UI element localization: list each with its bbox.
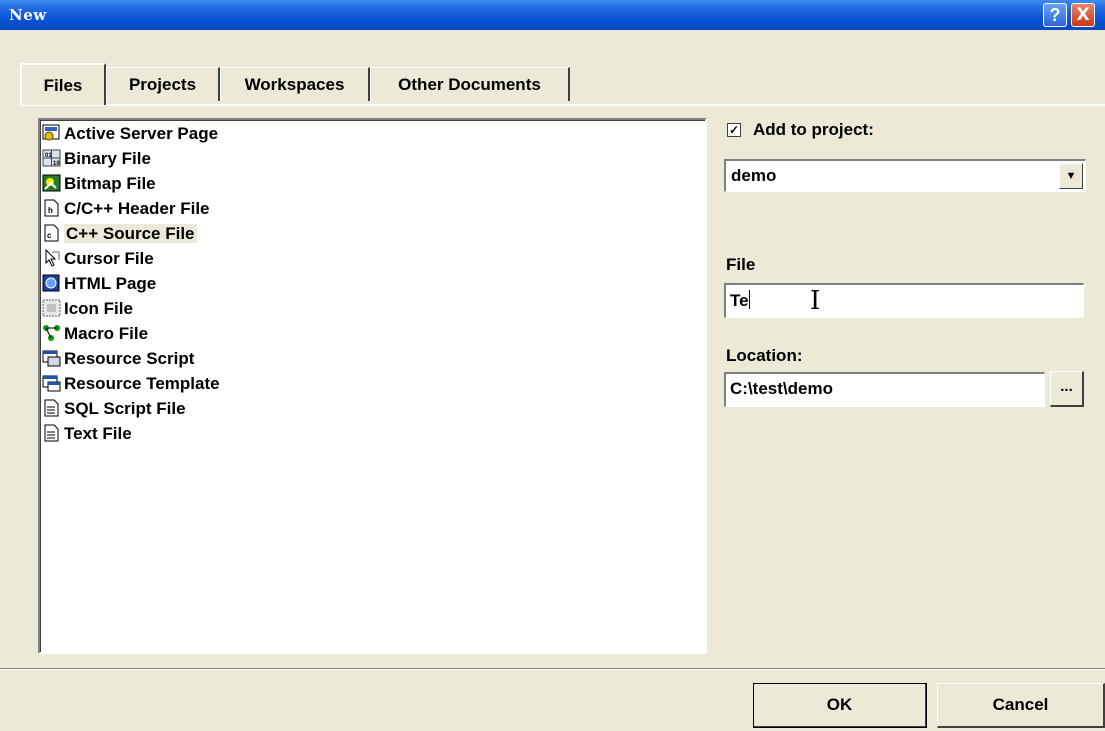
icon-file-icon — [42, 299, 61, 317]
binary-file-icon: 0110 — [42, 149, 61, 167]
list-item-resource-template[interactable]: Resource Template — [42, 372, 220, 396]
asp-icon — [42, 124, 60, 141]
list-item-bitmap-file[interactable]: Bitmap File — [42, 172, 156, 196]
list-item-active-server-page[interactable]: Active Server Page — [42, 122, 218, 146]
ibeam-cursor-icon: I — [810, 286, 821, 316]
bitmap-file-icon — [42, 174, 61, 192]
list-item-binary-file[interactable]: 01 10 Binary File — [42, 147, 151, 171]
tab-strip-border — [20, 104, 1105, 106]
title-bar: New ? X — [0, 0, 1105, 30]
svg-text:10: 10 — [53, 161, 60, 167]
location-label: Location: — [726, 346, 803, 365]
file-label: File — [726, 255, 756, 274]
list-item-sql-script[interactable]: SQL Script File — [42, 397, 186, 421]
add-to-project-checkbox[interactable]: ✓ — [727, 123, 741, 137]
html-page-icon — [42, 274, 60, 292]
source-file-icon: c — [44, 224, 59, 242]
window-title: New — [9, 6, 47, 24]
tab-other-documents[interactable]: Other Documents — [370, 67, 570, 101]
sql-script-icon — [44, 399, 59, 417]
svg-text:h: h — [48, 206, 53, 215]
location-input[interactable]: C:\test\demo — [724, 372, 1045, 407]
close-button[interactable]: X — [1071, 3, 1095, 27]
tab-files[interactable]: Files — [20, 63, 106, 105]
list-item-header-file[interactable]: h C/C++ Header File — [42, 197, 210, 221]
cursor-file-icon — [45, 249, 60, 267]
svg-text:01: 01 — [45, 153, 52, 159]
resource-script-icon — [42, 350, 61, 367]
resource-template-icon — [42, 375, 61, 392]
file-name-input[interactable]: Te — [724, 283, 1084, 318]
tab-projects[interactable]: Projects — [106, 67, 220, 101]
file-type-list[interactable]: Active Server Page 01 10 Binary File Bitma… — [38, 118, 707, 654]
file-name-value: Te — [730, 290, 750, 310]
project-combo-value: demo — [731, 166, 777, 185]
list-item-html-page[interactable]: HTML Page — [42, 272, 156, 296]
macro-file-icon — [43, 325, 60, 341]
list-item-text-file[interactable]: Text File — [42, 422, 132, 446]
chevron-down-icon[interactable]: ▼ — [1059, 163, 1083, 189]
tab-workspaces[interactable]: Workspaces — [220, 67, 370, 101]
project-combo[interactable]: demo ▼ — [724, 159, 1086, 192]
list-item-icon-file[interactable]: Icon File — [42, 297, 133, 321]
ok-button[interactable]: OK — [753, 683, 927, 728]
new-dialog: New ? X Files Projects Workspaces Other … — [0, 0, 1105, 731]
list-item-source-file[interactable]: c C++ Source File — [42, 222, 197, 246]
cancel-button[interactable]: Cancel — [937, 683, 1105, 728]
text-caret — [748, 290, 750, 309]
location-value: C:\test\demo — [730, 379, 833, 398]
help-button[interactable]: ? — [1043, 3, 1067, 27]
add-to-project-label[interactable]: Add to project: — [753, 120, 874, 140]
list-item-resource-script[interactable]: Resource Script — [42, 347, 194, 371]
svg-text:c: c — [47, 231, 52, 240]
divider-highlight — [0, 669, 1105, 670]
list-item-macro-file[interactable]: Macro File — [42, 322, 148, 346]
header-file-icon: h — [44, 199, 59, 217]
list-item-cursor-file[interactable]: Cursor File — [42, 247, 154, 271]
browse-button[interactable]: ... — [1050, 371, 1084, 407]
text-file-icon — [44, 424, 59, 442]
